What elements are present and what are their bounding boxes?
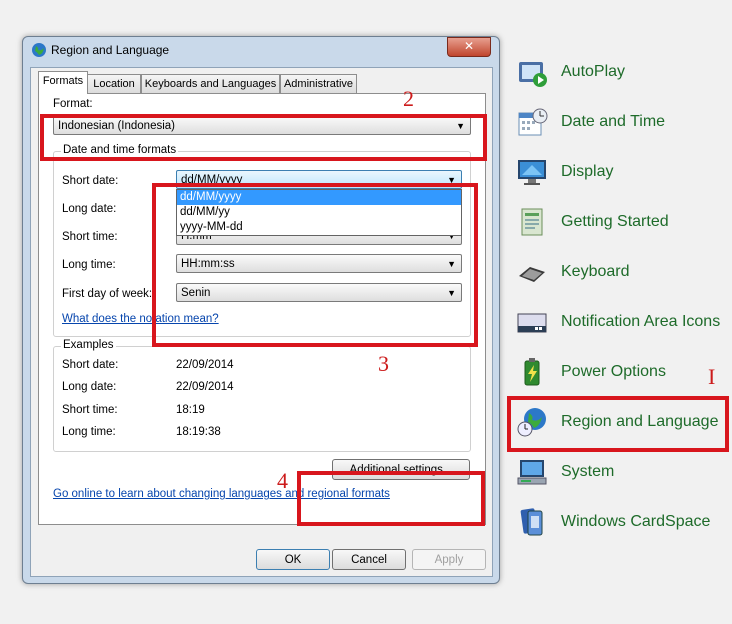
notification-area-icon [517,313,547,333]
cp-item-power-options[interactable]: Power Options [516,354,666,390]
example-long-time-label: Long time: [62,426,116,438]
tab-keyboards-languages[interactable]: Keyboards and Languages [141,74,280,93]
short-date-label: Short date: [62,175,119,187]
cp-label-getting-started: Getting Started [561,213,669,230]
cp-label-autoplay: AutoPlay [561,63,626,80]
format-label: Format: [53,98,93,110]
cp-item-date-time[interactable]: Date and Time [516,104,665,140]
example-long-date-value: 22/09/2014 [176,381,234,393]
display-icon [518,160,546,185]
cp-label-keyboard: Keyboard [561,263,630,280]
cardspace-icon [520,508,543,536]
cp-item-display[interactable]: Display [516,154,613,190]
cancel-button[interactable]: Cancel [332,549,406,570]
date-time-icon [518,108,548,136]
dialog-title: Region and Language [51,43,170,57]
getting-started-icon [521,208,543,236]
cp-label-power-options: Power Options [561,363,666,380]
cp-item-notification-area[interactable]: Notification Area Icons [516,304,720,340]
cp-item-getting-started[interactable]: Getting Started [516,204,669,240]
short-time-label: Short time: [62,231,118,243]
cp-label-cardspace: Windows CardSpace [561,513,711,530]
close-button[interactable]: ✕ [447,37,491,57]
annotation-box-2 [40,114,487,161]
cp-item-autoplay[interactable]: AutoPlay [516,54,625,90]
globe-icon [32,43,46,57]
first-day-label: First day of week: [62,288,153,300]
tab-administrative[interactable]: Administrative [280,74,357,93]
apply-button[interactable]: Apply [412,549,486,570]
example-short-date-label: Short date: [62,359,119,371]
cp-item-system[interactable]: System [516,454,614,490]
tab-formats[interactable]: Formats [38,71,88,94]
annotation-number-1: I [708,364,716,389]
annotation-number-3: 3 [378,351,389,376]
example-short-date-value: 22/09/2014 [176,359,234,371]
annotation-box-3 [152,183,478,347]
system-icon [517,460,547,485]
ok-button[interactable]: OK [256,549,330,570]
example-long-date-label: Long date: [62,381,117,393]
long-time-label: Long time: [62,259,116,271]
tab-location[interactable]: Location [87,74,141,93]
long-date-label: Long date: [62,203,117,215]
cp-label-display: Display [561,163,614,180]
power-options-icon [524,358,540,386]
keyboard-icon [519,267,545,282]
annotation-box-4 [297,471,485,526]
autoplay-icon [519,62,547,87]
annotation-number-2: 2 [403,86,414,111]
cp-item-cardspace[interactable]: Windows CardSpace [516,504,710,540]
cp-item-keyboard[interactable]: Keyboard [516,254,630,290]
example-long-time-value: 18:19:38 [176,426,221,438]
cp-label-date-time: Date and Time [561,113,666,130]
examples-group-title: Examples [61,339,116,351]
annotation-number-4: 4 [277,468,288,493]
annotation-box-1 [507,396,729,452]
cp-label-system: System [561,463,615,480]
cp-label-notification-area: Notification Area Icons [561,313,721,330]
example-short-time-label: Short time: [62,404,118,416]
example-short-time-value: 18:19 [176,404,205,416]
